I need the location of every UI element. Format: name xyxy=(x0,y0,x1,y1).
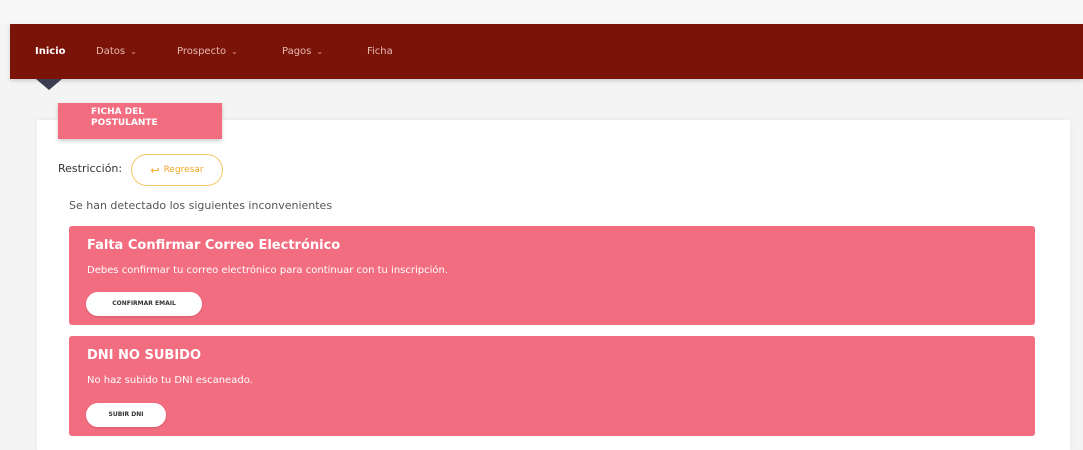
alert-message: Debes confirmar tu correo electrónico pa… xyxy=(87,265,449,276)
nav-item-prospecto[interactable]: Prospecto ⌄ xyxy=(177,24,238,79)
reply-arrow-icon: ↩ xyxy=(150,163,160,177)
alert-dni-missing: DNI NO SUBIDO No haz subido tu DNI escan… xyxy=(69,336,1035,436)
notice-text: Se han detectado los siguientes inconven… xyxy=(69,199,333,212)
chevron-down-icon: ⌄ xyxy=(231,47,238,56)
chevron-down-icon: ⌄ xyxy=(316,47,324,56)
restriction-label: Restricción: xyxy=(58,162,123,175)
active-nav-pointer xyxy=(36,79,62,90)
back-button[interactable]: ↩ Regresar xyxy=(131,154,223,186)
chevron-down-icon: ⌄ xyxy=(130,47,137,56)
nav-item-label: Ficha xyxy=(367,46,393,57)
back-button-label: Regresar xyxy=(163,165,204,175)
nav-item-label: Inicio xyxy=(35,46,66,57)
nav-item-datos[interactable]: Datos ⌄ xyxy=(96,24,137,79)
nav-item-label: Datos xyxy=(96,46,126,57)
nav-item-label: Prospecto xyxy=(177,46,227,57)
nav-item-inicio[interactable]: Inicio xyxy=(35,24,66,79)
section-tag-line2: POSTULANTE xyxy=(91,118,158,128)
section-tag: FICHA DEL POSTULANTE xyxy=(58,103,222,139)
section-tag-line1: FICHA DEL xyxy=(91,107,145,117)
alert-title: DNI NO SUBIDO xyxy=(87,348,201,363)
upload-dni-button[interactable]: SUBIR DNI xyxy=(86,403,166,427)
alert-email-unconfirmed: Falta Confirmar Correo Electrónico Debes… xyxy=(69,226,1035,325)
confirm-email-button[interactable]: CONFIRMAR EMAIL xyxy=(86,292,202,316)
alert-message: No haz subido tu DNI escaneado. xyxy=(87,375,253,386)
nav-item-pagos[interactable]: Pagos ⌄ xyxy=(282,24,323,79)
nav-item-ficha[interactable]: Ficha xyxy=(367,24,393,79)
browser-top-strip xyxy=(0,0,1083,24)
alert-title: Falta Confirmar Correo Electrónico xyxy=(87,238,341,253)
main-navbar: Inicio Datos ⌄ Prospecto ⌄ Pagos ⌄ Ficha xyxy=(10,24,1083,79)
nav-item-label: Pagos xyxy=(282,46,312,57)
